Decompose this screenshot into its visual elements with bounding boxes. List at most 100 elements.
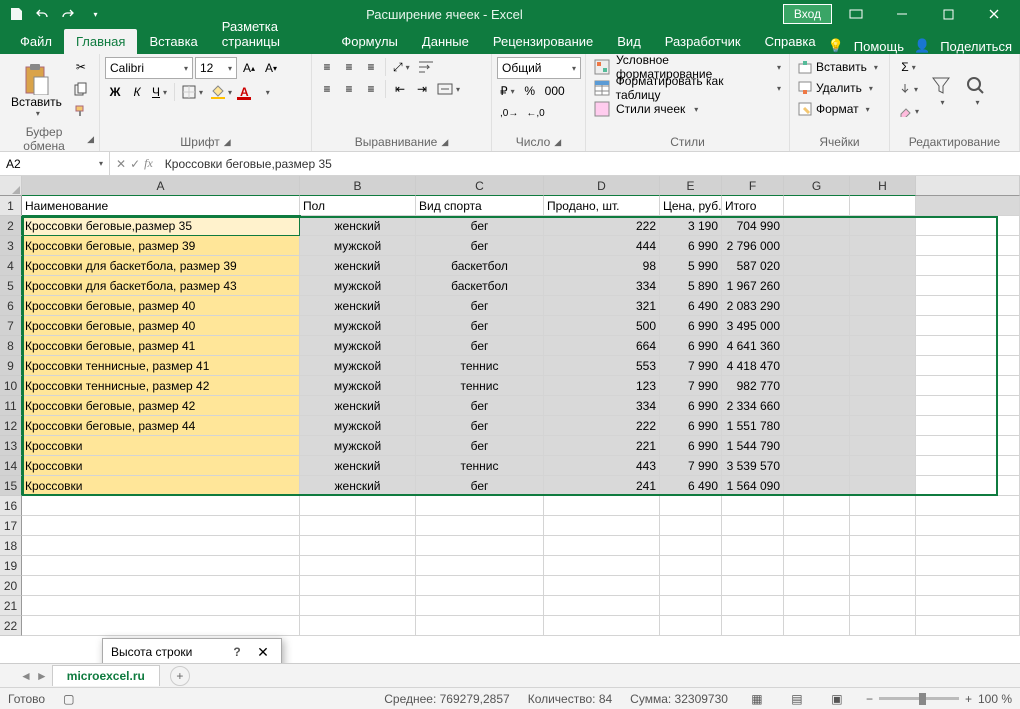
zoom-slider[interactable] (879, 697, 959, 700)
shrink-font-icon[interactable]: A▾ (261, 58, 281, 78)
next-sheet-icon[interactable]: ► (36, 669, 48, 683)
cell[interactable]: 6 990 (660, 436, 722, 456)
cell[interactable]: Кроссовки беговые, размер 40 (22, 316, 300, 336)
cell[interactable]: 6 990 (660, 396, 722, 416)
cell[interactable]: мужской (300, 376, 416, 396)
cancel-formula-icon[interactable]: ✕ (116, 157, 126, 171)
cell[interactable]: Кроссовки (22, 476, 300, 496)
row-head-21[interactable]: 21 (0, 596, 22, 616)
cell[interactable]: бег (416, 436, 544, 456)
col-head-C[interactable]: C (416, 176, 544, 196)
underline-button[interactable]: Ч▾ (149, 82, 170, 102)
row-head-19[interactable]: 19 (0, 556, 22, 576)
delete-cells-button[interactable]: Удалить▾ (795, 78, 884, 98)
close-icon[interactable] (972, 0, 1016, 28)
cell[interactable]: теннис (416, 376, 544, 396)
prev-sheet-icon[interactable]: ◄ (20, 669, 32, 683)
cell[interactable] (722, 556, 784, 576)
cell[interactable]: 6 990 (660, 316, 722, 336)
cell[interactable] (850, 216, 916, 236)
cell[interactable]: 4 418 470 (722, 356, 784, 376)
cell[interactable]: Кроссовки для баскетбола, размер 39 (22, 256, 300, 276)
zoom-out-icon[interactable]: − (866, 692, 873, 706)
cell[interactable] (784, 436, 850, 456)
share-button[interactable]: Поделиться (940, 39, 1012, 54)
cell[interactable]: 704 990 (722, 216, 784, 236)
cell[interactable] (850, 596, 916, 616)
row-head-13[interactable]: 13 (0, 436, 22, 456)
qat-dropdown-icon[interactable]: ▾ (82, 3, 106, 25)
cell[interactable]: мужской (300, 276, 416, 296)
row-head-7[interactable]: 7 (0, 316, 22, 336)
cell[interactable]: Кроссовки беговые, размер 40 (22, 296, 300, 316)
insert-cells-button[interactable]: Вставить▾ (795, 57, 884, 77)
cell[interactable]: 98 (544, 256, 660, 276)
cell[interactable] (300, 576, 416, 596)
undo-icon[interactable] (30, 3, 54, 25)
cell[interactable] (722, 616, 784, 636)
cell[interactable]: 500 (544, 316, 660, 336)
copy-icon[interactable] (71, 79, 91, 99)
row-head-1[interactable]: 1 (0, 196, 22, 216)
enter-formula-icon[interactable]: ✓ (130, 157, 140, 171)
cell[interactable]: Кроссовки (22, 456, 300, 476)
italic-button[interactable]: К (127, 82, 147, 102)
sort-filter-button[interactable]: ▾ (925, 57, 957, 123)
cell[interactable] (300, 596, 416, 616)
cell[interactable]: 222 (544, 216, 660, 236)
cell[interactable]: мужской (300, 316, 416, 336)
cell[interactable]: 6 990 (660, 236, 722, 256)
format-cells-button[interactable]: Формат▾ (795, 99, 884, 119)
view-page-icon[interactable]: ▤ (786, 691, 808, 707)
cell[interactable]: 241 (544, 476, 660, 496)
orientation-icon[interactable]: ⤢▾ (390, 57, 413, 77)
cell[interactable]: бег (416, 476, 544, 496)
cell-styles-button[interactable]: Стили ячеек▾ (591, 99, 784, 119)
tab-developer[interactable]: Разработчик (653, 29, 753, 54)
cell[interactable] (850, 236, 916, 256)
help-icon[interactable]: ? (229, 644, 245, 660)
cell[interactable] (660, 536, 722, 556)
cell[interactable]: 7 990 (660, 356, 722, 376)
cell[interactable] (416, 596, 544, 616)
cell[interactable] (784, 396, 850, 416)
cell[interactable] (722, 576, 784, 596)
cell[interactable]: 1 551 780 (722, 416, 784, 436)
cell[interactable] (784, 196, 850, 216)
fill-color-icon[interactable]: ▾ (208, 82, 235, 102)
cell[interactable] (850, 256, 916, 276)
formula-bar[interactable]: Кроссовки беговые,размер 35 (159, 157, 1020, 171)
cell[interactable] (850, 276, 916, 296)
cell[interactable] (660, 516, 722, 536)
cell[interactable]: 1 564 090 (722, 476, 784, 496)
cell[interactable] (784, 516, 850, 536)
font-size-combo[interactable]: 12▾ (195, 57, 237, 79)
wrap-text-icon[interactable] (415, 57, 437, 77)
redo-icon[interactable] (56, 3, 80, 25)
cell[interactable]: женский (300, 456, 416, 476)
cell[interactable] (784, 456, 850, 476)
tab-help[interactable]: Справка (753, 29, 828, 54)
cell[interactable] (22, 536, 300, 556)
cell[interactable] (784, 296, 850, 316)
tab-formulas[interactable]: Формулы (329, 29, 410, 54)
cell[interactable]: 334 (544, 276, 660, 296)
cell[interactable] (544, 616, 660, 636)
cell[interactable] (722, 596, 784, 616)
share-icon[interactable]: 👤 (914, 38, 930, 54)
cell[interactable]: бег (416, 316, 544, 336)
cell[interactable] (660, 556, 722, 576)
cell[interactable] (22, 576, 300, 596)
row-head-9[interactable]: 9 (0, 356, 22, 376)
indent-dec-icon[interactable]: ⇤ (390, 79, 410, 99)
cell[interactable] (784, 316, 850, 336)
cell[interactable] (416, 516, 544, 536)
col-head-H[interactable]: H (850, 176, 916, 196)
col-head-F[interactable]: F (722, 176, 784, 196)
bold-button[interactable]: Ж (105, 82, 125, 102)
cell[interactable] (416, 616, 544, 636)
cell[interactable] (850, 356, 916, 376)
cell[interactable] (850, 416, 916, 436)
cell[interactable]: бег (416, 216, 544, 236)
clear-icon[interactable]: ▾ (895, 101, 922, 121)
